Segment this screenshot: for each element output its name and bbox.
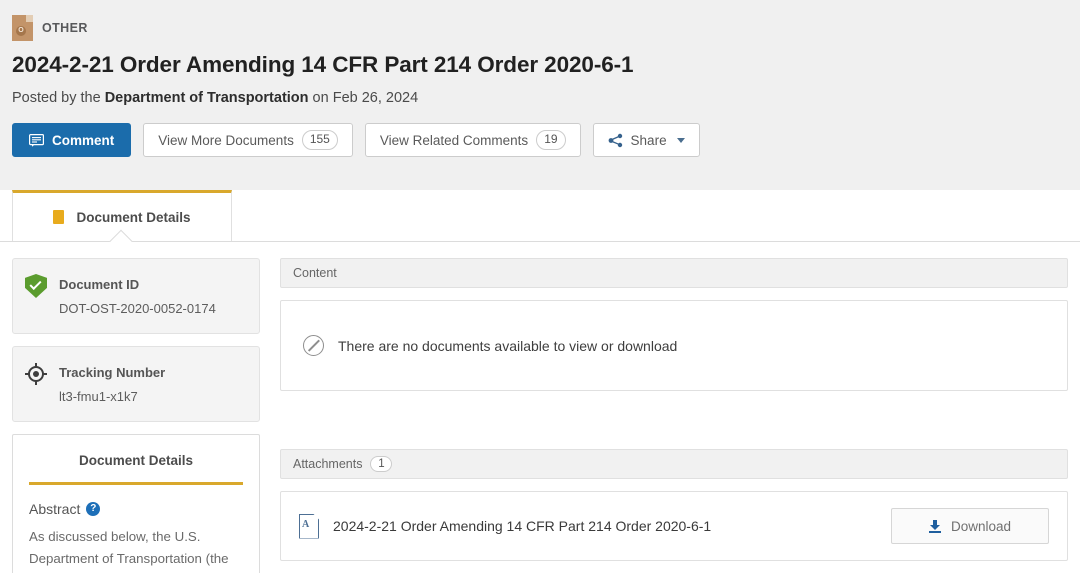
view-related-comments-label: View Related Comments — [379, 132, 529, 148]
comment-icon — [29, 133, 44, 147]
posted-byline: Posted by the Department of Transportati… — [12, 90, 1068, 106]
tab-bar: Document Details — [0, 190, 1080, 253]
attachments-panel: A 2024-2-21 Order Amending 14 CFR Part 2… — [280, 491, 1068, 561]
other-document-icon: O — [12, 15, 33, 41]
content-panel: There are no documents available to view… — [280, 300, 1068, 391]
sidebar: Document ID DOT-OST-2020-0052-0174 Track… — [12, 258, 260, 573]
comment-button[interactable]: Comment — [12, 123, 132, 157]
tab-document-details-label: Document Details — [76, 209, 191, 225]
document-id-card: Document ID DOT-OST-2020-0052-0174 — [12, 258, 260, 335]
download-button[interactable]: Download — [891, 508, 1049, 544]
attachments-section-heading: Attachments — [293, 457, 363, 471]
document-type-label: OTHER — [42, 21, 88, 35]
content-section-heading: Content — [293, 266, 337, 280]
abstract-label: Abstract — [29, 501, 81, 518]
chevron-down-icon — [676, 137, 685, 143]
no-entry-icon — [303, 335, 324, 356]
attachments-section-header: Attachments 1 — [280, 449, 1068, 479]
share-icon — [608, 133, 623, 148]
action-button-row: Comment View More Documents 155 View Rel… — [12, 123, 1068, 157]
abstract-text: As discussed below, the U.S. Department … — [29, 529, 241, 573]
posted-date: on Feb 26, 2024 — [308, 90, 419, 106]
tracking-number-card: Tracking Number lt3-fmu1-x1k7 — [12, 346, 260, 423]
comment-button-label: Comment — [52, 132, 115, 148]
document-type-row: O OTHER — [12, 14, 1068, 42]
document-details-tab-icon — [53, 210, 65, 224]
no-documents-message-row: There are no documents available to view… — [281, 301, 1067, 390]
tracking-number-label: Tracking Number — [59, 365, 166, 381]
content-section-header: Content — [280, 258, 1068, 288]
pdf-file-icon: A — [299, 513, 319, 539]
no-documents-message: There are no documents available to view… — [338, 337, 678, 354]
view-more-documents-label: View More Documents — [158, 132, 294, 148]
document-id-label: Document ID — [59, 277, 140, 292]
attachments-count: 1 — [370, 455, 393, 473]
view-more-documents-button[interactable]: View More Documents 155 — [143, 123, 353, 157]
help-icon[interactable]: ? — [86, 502, 101, 517]
document-id-value: DOT-OST-2020-0052-0174 — [59, 301, 216, 317]
page-header: O OTHER 2024-2-21 Order Amending 14 CFR … — [0, 0, 1080, 190]
download-button-label: Download — [950, 518, 1012, 534]
shield-check-icon — [25, 274, 47, 298]
view-more-documents-count: 155 — [301, 130, 338, 150]
view-related-comments-count: 19 — [536, 130, 566, 150]
view-related-comments-button[interactable]: View Related Comments 19 — [364, 123, 581, 157]
page-title: 2024-2-21 Order Amending 14 CFR Part 214… — [12, 52, 634, 77]
target-crosshair-icon — [25, 363, 47, 386]
attachment-name[interactable]: 2024-2-21 Order Amending 14 CFR Part 214… — [333, 518, 877, 534]
document-details-panel-title: Document Details — [29, 453, 243, 486]
posting-agency: Department of Transportation — [104, 90, 309, 106]
main-content: Content There are no documents available… — [280, 258, 1068, 573]
share-button[interactable]: Share — [592, 123, 700, 157]
tracking-number-value: lt3-fmu1-x1k7 — [59, 389, 138, 405]
abstract-heading: Abstract ? — [29, 501, 243, 517]
share-button-label: Share — [630, 132, 667, 148]
other-document-icon-letter: O — [16, 26, 26, 36]
posted-prefix: Posted by the — [12, 90, 105, 106]
tab-document-details[interactable]: Document Details — [12, 190, 232, 253]
attachment-row: A 2024-2-21 Order Amending 14 CFR Part 2… — [281, 492, 1067, 560]
page-body: Document ID DOT-OST-2020-0052-0174 Track… — [0, 242, 1080, 573]
download-icon — [928, 519, 941, 533]
document-details-panel: Document Details Abstract ? As discussed… — [12, 434, 260, 573]
